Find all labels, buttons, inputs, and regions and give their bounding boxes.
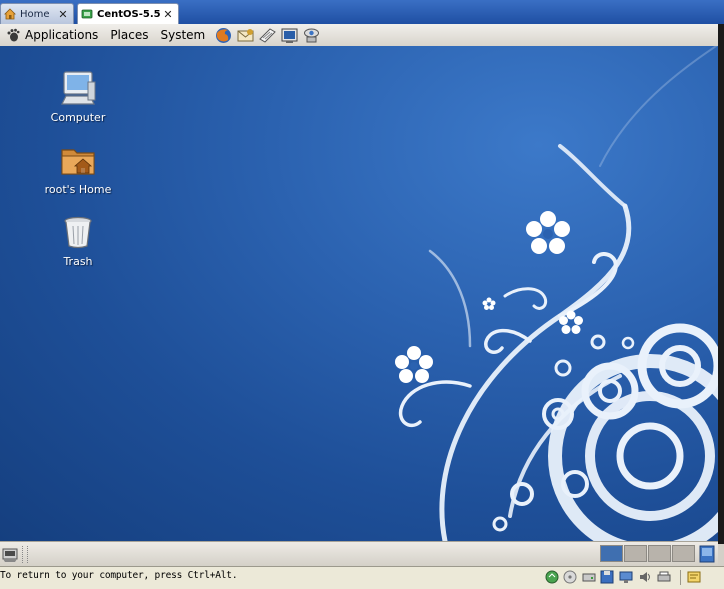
status-separator [680, 570, 681, 585]
gnome-bottom-panel [0, 541, 718, 567]
vm-tab-bar: Home ✕ CentOS-5.5 ✕ [0, 0, 724, 24]
trash-icon [64, 216, 92, 249]
workspace-3[interactable] [648, 545, 671, 562]
tab-centos-label: CentOS-5.5 [97, 8, 161, 20]
workspace-1[interactable] [600, 545, 623, 562]
desktop-icon-computer[interactable]: Computer [35, 68, 121, 124]
home-folder-icon [61, 149, 95, 175]
trash-applet-icon[interactable] [698, 544, 716, 564]
desktop-icon-label: Computer [50, 111, 106, 124]
desktop-icon-label: root's Home [44, 183, 112, 196]
window-edge [718, 24, 724, 544]
menu-system[interactable]: System [154, 24, 211, 46]
menu-applications-label: Applications [25, 28, 99, 42]
desktop-icon-home[interactable]: root's Home [35, 140, 121, 196]
cdrom-icon[interactable] [563, 570, 577, 584]
vm-icon [81, 9, 93, 19]
sound-icon[interactable] [638, 570, 652, 584]
workspace-2[interactable] [624, 545, 647, 562]
evolution-mail-icon[interactable] [236, 27, 255, 44]
terminal-icon[interactable] [280, 27, 299, 44]
menu-applications[interactable]: Applications [0, 24, 104, 46]
computer-icon [61, 71, 96, 105]
tab-home-label: Home [20, 8, 50, 20]
tab-home[interactable]: Home ✕ [0, 3, 74, 24]
display-icon[interactable] [619, 570, 633, 584]
printer-icon[interactable] [657, 570, 671, 584]
message-log-icon[interactable] [687, 570, 701, 584]
home-icon [4, 8, 16, 20]
close-icon[interactable]: ✕ [162, 8, 174, 21]
vm-status-bar: To return to your computer, press Ctrl+A… [0, 566, 724, 589]
menu-places[interactable]: Places [104, 24, 154, 46]
network-icon[interactable] [302, 27, 321, 44]
close-icon[interactable]: ✕ [57, 8, 69, 21]
desktop-icon-trash[interactable]: Trash [35, 212, 121, 268]
desktop-icon-label: Trash [63, 255, 93, 268]
floppy-icon[interactable] [600, 570, 614, 584]
menu-system-label: System [160, 28, 206, 42]
status-message: To return to your computer, press Ctrl+A… [0, 570, 238, 581]
hard-disk-icon[interactable] [582, 570, 596, 584]
firefox-icon[interactable] [214, 27, 233, 44]
gnome-top-panel: Applications Places System [0, 24, 718, 47]
network-status-icon[interactable] [545, 570, 559, 584]
show-desktop-icon[interactable] [1, 545, 19, 563]
panel-grip[interactable] [22, 546, 28, 563]
menu-places-label: Places [110, 28, 149, 42]
gnome-foot-icon [7, 28, 20, 42]
text-editor-icon[interactable] [258, 27, 277, 44]
desktop: Computer root's Home Trash [0, 46, 718, 541]
tab-centos[interactable]: CentOS-5.5 ✕ [77, 3, 179, 24]
workspace-4[interactable] [672, 545, 695, 562]
